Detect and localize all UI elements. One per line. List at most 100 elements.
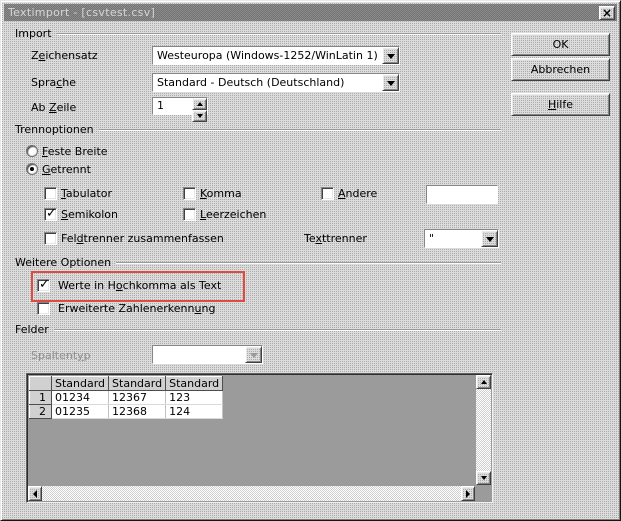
corner-header-cell[interactable]	[29, 376, 52, 391]
chevron-down-icon	[249, 352, 258, 362]
arrow-down-icon	[480, 476, 487, 483]
group-separator-options-label: Trennoptionen	[15, 123, 94, 136]
table-cell: 124	[165, 404, 224, 419]
language-label: Sprache	[31, 76, 77, 89]
semicolon-checkbox[interactable]	[44, 206, 57, 221]
space-checkbox-row[interactable]: Leerzeichen	[183, 207, 266, 221]
arrow-left-icon	[29, 489, 37, 498]
merge-delimiters-label: Feldtrenner zusammenfassen	[61, 231, 224, 245]
from-row-input[interactable]: 1	[152, 97, 208, 122]
scroll-right-button[interactable]	[461, 486, 475, 501]
textimport-dialog: Textimport - [csvtest.csv] × Import Zeic…	[0, 0, 621, 521]
other-checkbox[interactable]	[321, 186, 334, 200]
cancel-button[interactable]: Abbrechen	[511, 58, 610, 81]
group-separator-options: Trennoptionen	[15, 123, 501, 136]
language-select[interactable]: Standard - Deutsch (Deutschland)	[152, 73, 400, 92]
horizontal-scrollbar[interactable]	[28, 486, 475, 501]
charset-select[interactable]: Westeuropa (Windows-1252/WinLatin 1)	[152, 46, 400, 65]
detect-numbers-checkbox-row[interactable]: Erweiterte Zahlenerkennung	[37, 301, 215, 315]
from-row-spinner	[192, 98, 207, 122]
help-button-label: Hilfe	[547, 98, 574, 111]
group-separator-line	[98, 129, 501, 131]
tabulator-checkbox[interactable]	[44, 186, 57, 200]
spin-up-button[interactable]	[192, 98, 207, 110]
charset-label: Zeichensatz	[31, 49, 98, 62]
comma-checkbox[interactable]	[183, 186, 196, 200]
group-fields-line	[53, 329, 501, 331]
space-label: Leerzeichen	[200, 207, 267, 221]
group-other-options: Weitere Optionen	[15, 256, 501, 269]
separated-radio[interactable]	[26, 163, 38, 175]
separated-radio-row[interactable]: Getrennt	[26, 162, 91, 176]
cancel-button-label: Abbrechen	[530, 63, 591, 76]
spin-down-button[interactable]	[192, 110, 207, 122]
table-row: 1 01234 12367 123	[29, 390, 224, 405]
group-other-options-label: Weitere Optionen	[15, 256, 112, 269]
row-header[interactable]: 2	[29, 404, 52, 419]
row-header[interactable]: 1	[29, 390, 52, 405]
text-delimiter-select[interactable]: "	[424, 229, 499, 248]
column-type-select	[152, 345, 263, 364]
preview-table: Standard Standard Standard 1 01234 12367…	[29, 376, 224, 419]
column-header[interactable]: Standard	[165, 376, 224, 391]
fixed-width-label: Feste Breite	[42, 144, 108, 158]
preview-header-row: Standard Standard Standard	[29, 376, 224, 391]
column-header[interactable]: Standard	[50, 376, 110, 391]
quoted-as-text-checkbox-row[interactable]: Werte in Hochkomma als Text	[37, 277, 221, 292]
table-cell: 12367	[108, 390, 167, 405]
arrow-right-icon	[466, 489, 474, 498]
window-title: Textimport - [csvtest.csv]	[8, 6, 156, 19]
group-import-line	[56, 33, 501, 35]
charset-dropdown-button[interactable]	[382, 47, 399, 64]
help-button[interactable]: Hilfe	[511, 93, 610, 116]
chevron-down-icon	[386, 53, 395, 63]
column-type-value	[153, 346, 245, 363]
separated-label: Getrennt	[42, 162, 91, 176]
table-cell: 12368	[108, 404, 167, 419]
arrow-up-icon	[196, 99, 203, 106]
text-delimiter-dropdown-button[interactable]	[481, 230, 498, 247]
text-delimiter-label: Texttrenner	[304, 232, 367, 245]
group-import: Import	[15, 27, 501, 40]
column-type-dropdown-button	[245, 346, 262, 363]
space-checkbox[interactable]	[183, 207, 196, 221]
group-import-label: Import	[15, 27, 52, 40]
preview-panel: Standard Standard Standard 1 01234 12367…	[26, 373, 493, 503]
charset-value: Westeuropa (Windows-1252/WinLatin 1)	[153, 47, 382, 64]
scroll-down-button[interactable]	[476, 471, 491, 485]
column-header[interactable]: Standard	[108, 376, 167, 391]
title-bar[interactable]: Textimport - [csvtest.csv] ×	[4, 4, 617, 21]
text-delimiter-value: "	[425, 230, 481, 247]
other-separator-input[interactable]	[426, 185, 498, 204]
fixed-width-radio[interactable]	[26, 145, 38, 157]
ok-button-label: OK	[552, 38, 569, 51]
group-other-options-line	[116, 262, 501, 264]
quoted-as-text-checkbox[interactable]	[37, 277, 50, 292]
close-icon: ×	[601, 5, 613, 20]
table-cell: 01234	[51, 390, 110, 405]
merge-delimiters-checkbox[interactable]	[44, 231, 57, 245]
scroll-up-button[interactable]	[476, 375, 491, 389]
vertical-scrollbar[interactable]	[476, 375, 491, 485]
comma-checkbox-row[interactable]: Komma	[183, 186, 242, 200]
semicolon-checkbox-row[interactable]: Semikolon	[44, 206, 118, 221]
arrow-down-icon	[196, 114, 203, 121]
from-row-value: 1	[153, 98, 192, 114]
from-row-label: Ab Zeile	[31, 101, 77, 114]
tabulator-checkbox-row[interactable]: Tabulator	[44, 186, 112, 200]
other-separator-value	[427, 186, 497, 203]
ok-button[interactable]: OK	[511, 33, 610, 56]
chevron-down-icon	[386, 80, 395, 90]
detect-numbers-checkbox[interactable]	[37, 301, 50, 315]
language-value: Standard - Deutsch (Deutschland)	[153, 74, 382, 91]
merge-delimiters-checkbox-row[interactable]: Feldtrenner zusammenfassen	[44, 231, 224, 245]
group-fields-label: Felder	[15, 323, 49, 336]
table-cell: 123	[165, 390, 224, 405]
language-dropdown-button[interactable]	[382, 74, 399, 91]
close-button[interactable]: ×	[599, 5, 615, 20]
arrow-up-icon	[480, 377, 487, 384]
semicolon-label: Semikolon	[61, 207, 118, 221]
scroll-left-button[interactable]	[28, 486, 42, 501]
fixed-width-radio-row[interactable]: Feste Breite	[26, 144, 108, 158]
other-checkbox-row[interactable]: Andere	[321, 186, 377, 200]
